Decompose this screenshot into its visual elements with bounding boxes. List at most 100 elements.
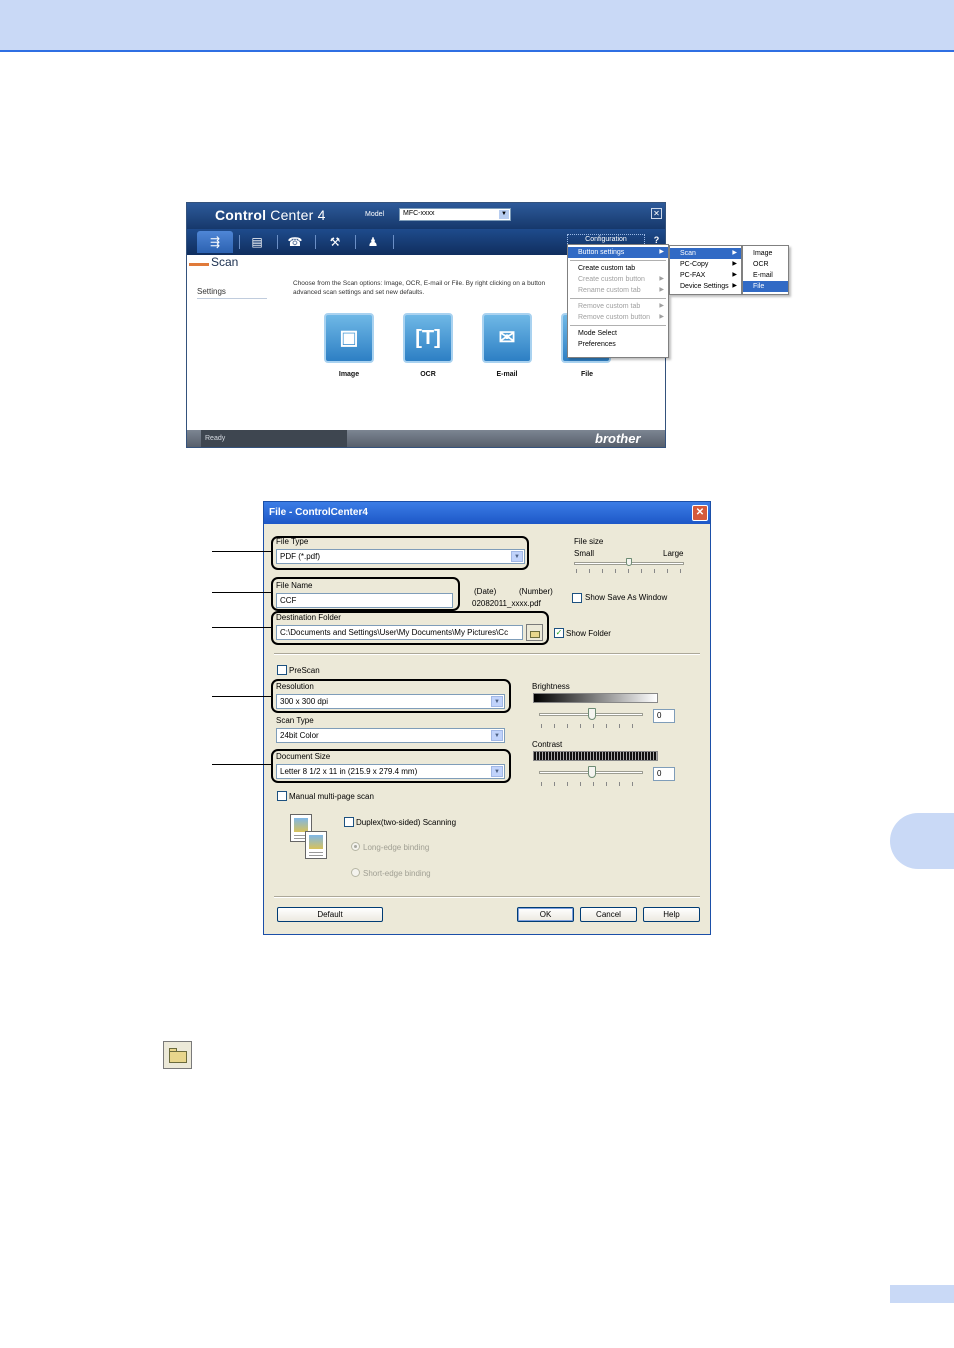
default-button[interactable]: Default <box>277 907 383 922</box>
person-icon: ♟ <box>367 235 379 249</box>
app-logo-light: Center 4 <box>270 207 326 223</box>
section-divider <box>274 653 700 655</box>
dialog-close-button[interactable]: ✕ <box>692 505 708 521</box>
sidebar-item-settings[interactable]: Settings <box>197 287 226 296</box>
submenu-item-email[interactable]: E-mail <box>743 270 788 281</box>
submenu-arrow-icon: ▶ <box>732 261 737 267</box>
model-select[interactable]: MFC-xxxx ▼ <box>399 208 511 221</box>
scan-ocr-label: OCR <box>420 371 436 378</box>
duplex-checkbox[interactable] <box>344 817 354 827</box>
submenu-item-ocr[interactable]: OCR <box>743 259 788 270</box>
duplex-label: Duplex(two-sided) Scanning <box>356 818 457 827</box>
close-button[interactable]: ✕ <box>651 208 662 219</box>
contrast-ticks <box>541 782 645 786</box>
scan-ocr-button[interactable]: [T] <box>403 313 453 363</box>
menu-item-remove-custom-button[interactable]: Remove custom button ▶ <box>568 312 668 323</box>
file-size-ticks <box>576 569 684 573</box>
resolution-label: Resolution <box>276 682 314 691</box>
contrast-label: Contrast <box>532 740 563 749</box>
app-logo: Control Center 4 <box>215 207 326 223</box>
scan-image-button[interactable]: ▣ <box>324 313 374 363</box>
date-label: (Date) <box>474 587 497 596</box>
tab-pc-copy[interactable]: ▤ <box>239 231 275 253</box>
brightness-slider-handle[interactable] <box>588 708 596 720</box>
resolution-select[interactable]: 300 x 300 dpi ▼ <box>276 694 505 709</box>
ocr-icon: [T] <box>415 327 441 349</box>
image-icon: ▣ <box>339 327 359 349</box>
tab-divider <box>393 235 394 249</box>
callout-line-document-size <box>212 764 272 765</box>
resolution-value: 300 x 300 dpi <box>280 697 329 706</box>
menu-item-rename-custom-tab[interactable]: Rename custom tab ▶ <box>568 285 668 296</box>
tab-support[interactable]: ♟ <box>355 231 391 253</box>
short-edge-label: Short-edge binding <box>363 869 431 878</box>
menu-item-remove-custom-tab[interactable]: Remove custom tab ▶ <box>568 301 668 312</box>
contrast-value-input[interactable]: 0 <box>653 767 675 781</box>
submenu-item-pc-copy[interactable]: PC-Copy ▶ <box>670 259 741 270</box>
footer-divider <box>274 896 700 898</box>
browse-folder-button[interactable] <box>526 624 543 641</box>
submenu-arrow-icon: ▶ <box>732 283 737 289</box>
submenu-item-scan[interactable]: Scan ▶ <box>670 248 741 259</box>
page-header-band <box>0 0 954 52</box>
section-title: Scan <box>211 255 239 269</box>
menu-item-preferences[interactable]: Preferences <box>568 339 668 350</box>
section-accent-bar <box>189 263 209 266</box>
callout-line-resolution <box>212 696 272 697</box>
show-save-as-label: Show Save As Window <box>585 593 668 602</box>
submenu-arrow-icon: ▶ <box>659 249 664 255</box>
long-edge-label: Long-edge binding <box>363 843 430 852</box>
show-save-as-checkbox[interactable] <box>572 593 582 603</box>
manual-multipage-checkbox[interactable] <box>277 791 287 801</box>
duplex-page-back-icon <box>305 831 327 859</box>
chevron-down-icon[interactable]: ▼ <box>499 210 509 219</box>
prescan-checkbox[interactable] <box>277 665 287 675</box>
menu-item-mode-select[interactable]: Mode Select <box>568 328 668 339</box>
document-size-select[interactable]: Letter 8 1/2 x 11 in (215.9 x 279.4 mm) … <box>276 764 505 779</box>
long-edge-radio[interactable] <box>351 842 360 851</box>
prescan-label: PreScan <box>289 666 320 675</box>
show-folder-checkbox[interactable]: ✓ <box>554 628 564 638</box>
document-size-label: Document Size <box>276 752 331 761</box>
file-size-small-label: Small <box>574 549 595 558</box>
tab-pc-fax[interactable]: ☎ <box>277 231 313 253</box>
cancel-button[interactable]: Cancel <box>580 907 637 922</box>
file-type-select[interactable]: PDF (*.pdf) ▼ <box>276 549 525 564</box>
controlcenter-titlebar: Control Center 4 Model MFC-xxxx ▼ ✕ <box>187 203 665 229</box>
chevron-down-icon[interactable]: ▼ <box>491 730 503 741</box>
menu-item-create-custom-button[interactable]: Create custom button ▶ <box>568 274 668 285</box>
menu-separator <box>570 298 666 299</box>
short-edge-radio[interactable] <box>351 868 360 877</box>
help-button[interactable]: Help <box>643 907 700 922</box>
ok-button[interactable]: OK <box>517 907 574 922</box>
contrast-slider-handle[interactable] <box>588 766 596 778</box>
file-name-input[interactable]: CCF <box>276 593 453 608</box>
contrast-pattern <box>533 751 658 761</box>
scan-image-label: Image <box>338 371 360 378</box>
destination-folder-input[interactable]: C:\Documents and Settings\User\My Docume… <box>276 625 523 640</box>
submenu-item-file[interactable]: File <box>743 281 788 292</box>
tab-scan[interactable]: ⇶ <box>197 231 233 253</box>
scan-email-button[interactable]: ✉ <box>482 313 532 363</box>
brightness-value-input[interactable]: 0 <box>653 709 675 723</box>
menu-item-button-settings[interactable]: Button settings ▶ <box>568 247 668 258</box>
chevron-down-icon[interactable]: ▼ <box>511 551 523 562</box>
menu-item-create-custom-tab[interactable]: Create custom tab <box>568 263 668 274</box>
submenu-item-image[interactable]: Image <box>743 248 788 259</box>
app-logo-bold: Control <box>215 207 267 223</box>
status-text: Ready <box>201 430 347 447</box>
chevron-down-icon[interactable]: ▼ <box>491 766 503 777</box>
number-label: (Number) <box>519 587 553 596</box>
tab-device-settings[interactable]: ⚒ <box>317 231 353 253</box>
submenu-item-pc-fax[interactable]: PC-FAX ▶ <box>670 270 741 281</box>
scan-type-select[interactable]: 24bit Color ▼ <box>276 728 505 743</box>
model-label: Model <box>365 211 385 218</box>
manual-multipage-label: Manual multi-page scan <box>289 792 374 801</box>
dialog-title: File - ControlCenter4 <box>269 507 368 518</box>
submenu-item-device-settings[interactable]: Device Settings ▶ <box>670 281 741 292</box>
chevron-down-icon[interactable]: ▼ <box>491 696 503 707</box>
submenu-arrow-icon: ▶ <box>732 272 737 278</box>
file-size-slider-handle[interactable] <box>626 558 632 566</box>
brightness-value: 0 <box>657 711 662 720</box>
configuration-menu: Button settings ▶ Create custom tab Creat… <box>567 244 669 358</box>
